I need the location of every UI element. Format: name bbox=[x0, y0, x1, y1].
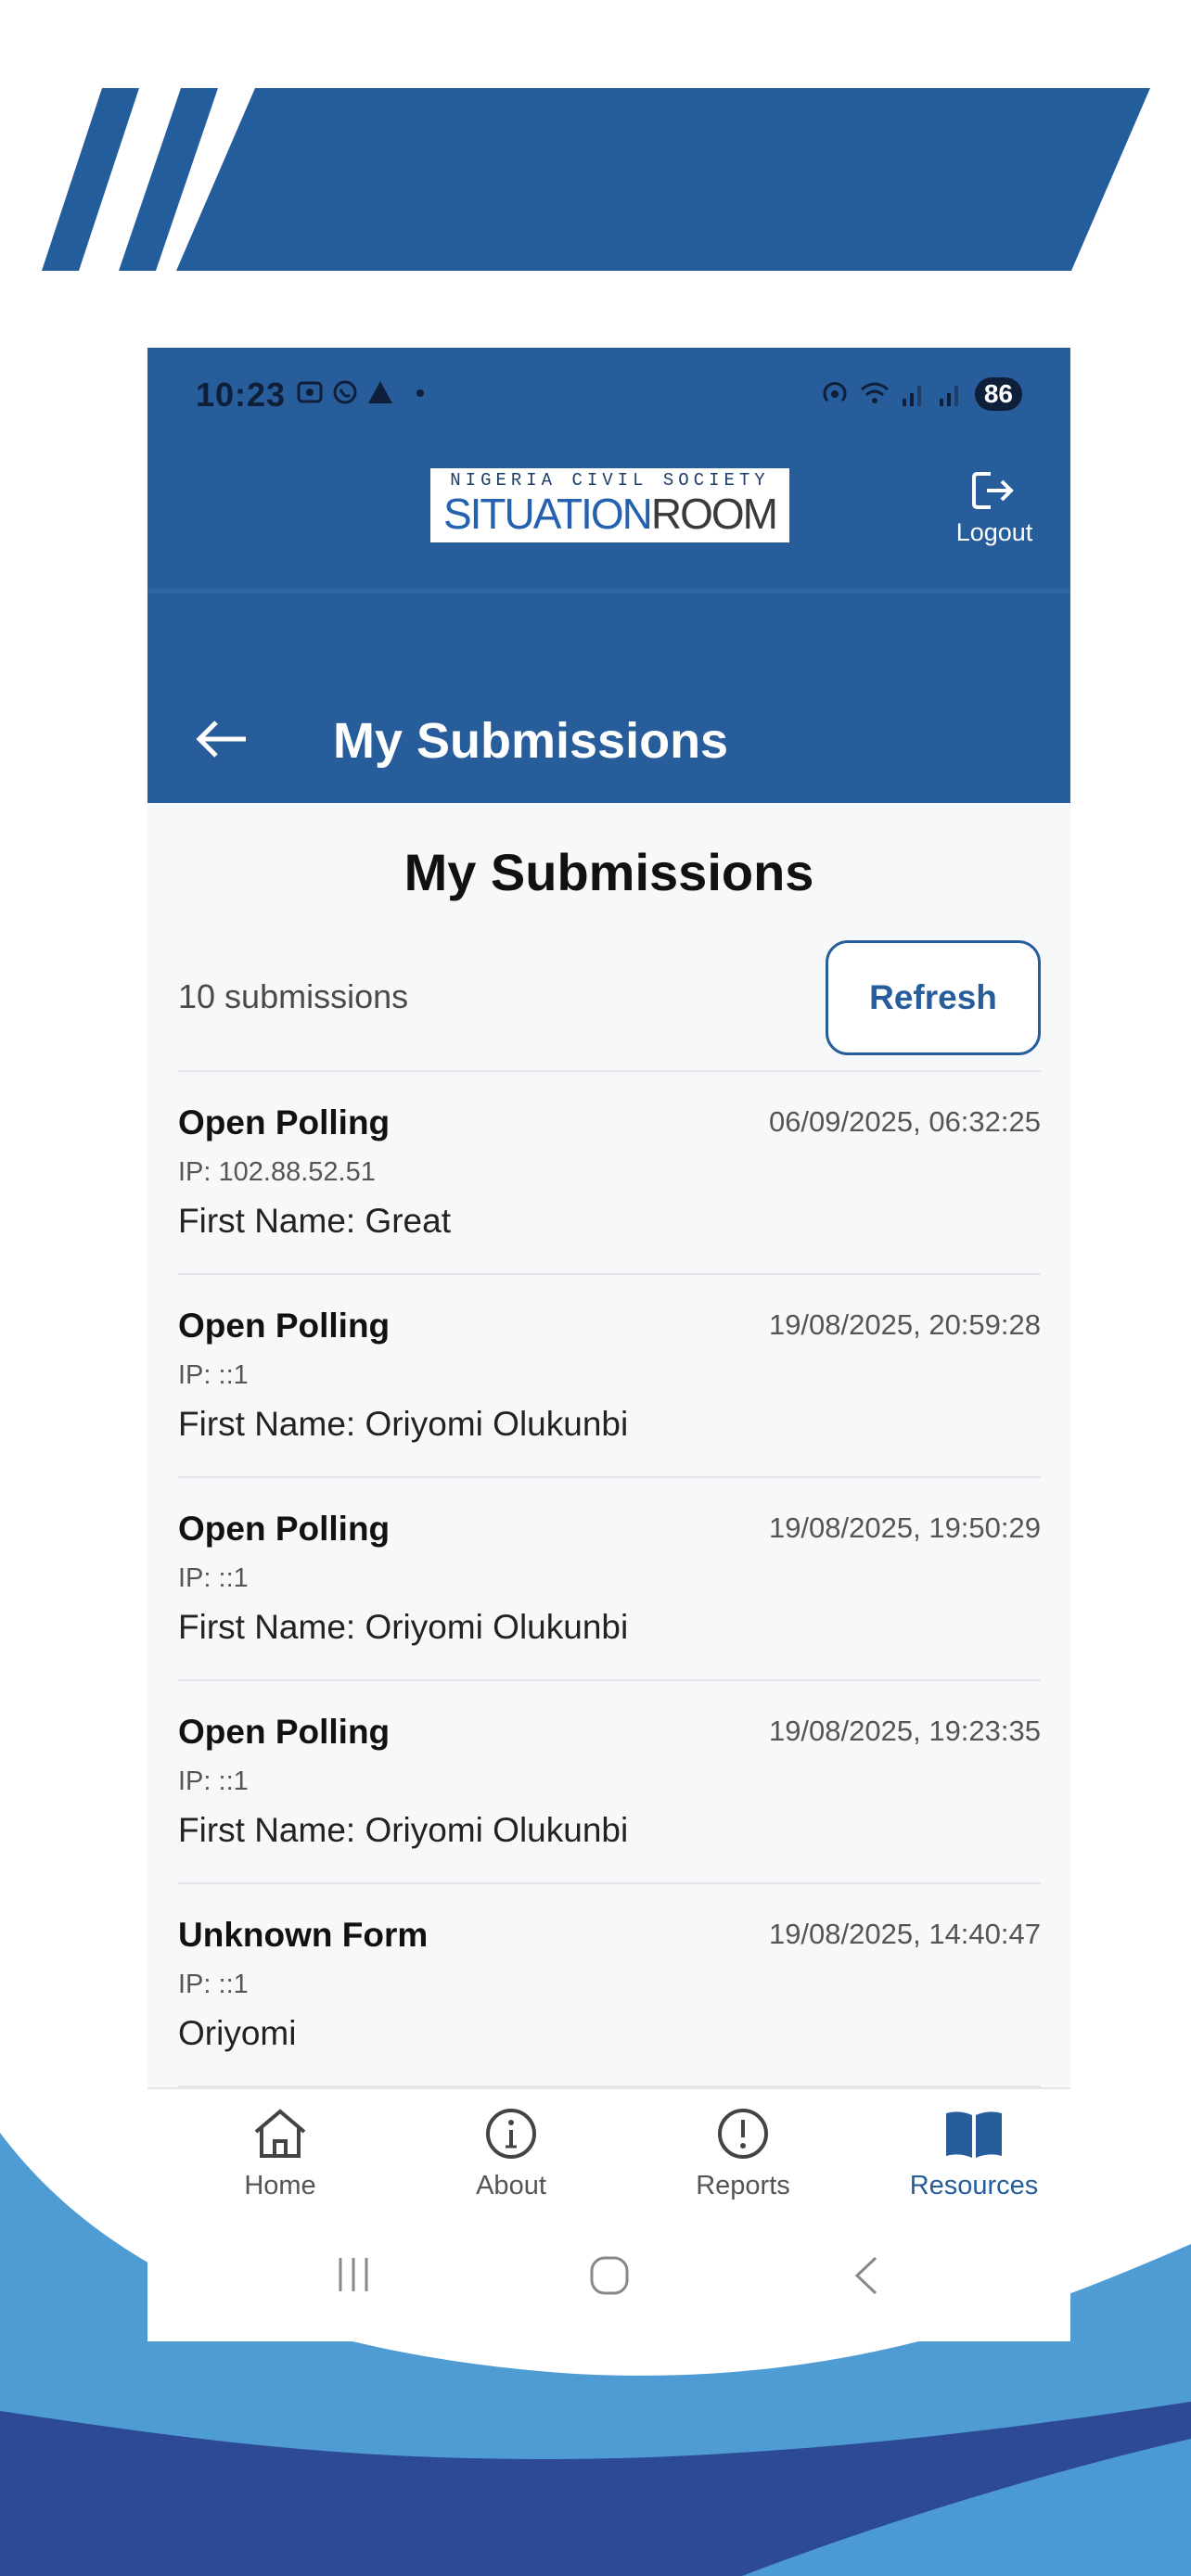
recents-icon[interactable] bbox=[333, 2254, 374, 2295]
app-header: NIGERIA CIVIL SOCIETY SITUATIONROOM Logo… bbox=[147, 450, 1070, 593]
logout-icon bbox=[972, 472, 1014, 509]
title-bar: My Submissions bbox=[147, 593, 1070, 803]
top-banner bbox=[42, 88, 1150, 271]
bottom-nav: Home About Reports Resources bbox=[147, 2087, 1070, 2226]
status-bar: 10:23 86 bbox=[147, 348, 1070, 450]
nav-label: About bbox=[476, 2171, 546, 2200]
signal-icon bbox=[902, 386, 921, 406]
list-item[interactable]: Open Polling 06/09/2025, 06:32:25 IP: 10… bbox=[178, 1070, 1041, 1273]
submission-ip: IP: ::1 bbox=[178, 1563, 249, 1593]
submission-form-name: Open Polling bbox=[178, 1713, 391, 1751]
submission-detail: First Name: Great bbox=[178, 1202, 451, 1240]
signal-icon bbox=[939, 386, 958, 406]
list-item[interactable]: Open Polling 19/08/2025, 19:50:29 IP: ::… bbox=[178, 1476, 1041, 1679]
screenshot-icon bbox=[297, 381, 323, 403]
status-time: 10:23 bbox=[196, 376, 287, 414]
submission-timestamp: 19/08/2025, 14:40:47 bbox=[768, 1918, 1041, 1950]
submissions-count: 10 submissions bbox=[178, 977, 409, 1015]
logout-label: Logout bbox=[955, 518, 1033, 546]
submission-ip: IP: ::1 bbox=[178, 1360, 249, 1390]
status-left-icons bbox=[296, 378, 429, 406]
whatsapp-icon bbox=[333, 380, 357, 404]
submission-timestamp: 19/08/2025, 19:23:35 bbox=[768, 1715, 1041, 1747]
logo-tagline: NIGERIA CIVIL SOCIETY bbox=[450, 470, 770, 491]
refresh-button[interactable]: Refresh bbox=[826, 940, 1041, 1055]
list-item[interactable]: Unknown Form 19/08/2025, 14:40:47 IP: ::… bbox=[178, 1882, 1041, 2085]
alert-icon bbox=[718, 2109, 768, 2159]
list-item[interactable]: Open Polling 19/08/2025, 19:23:35 IP: ::… bbox=[178, 1679, 1041, 1882]
submission-detail: First Name: Oriyomi Olukunbi bbox=[178, 1811, 629, 1849]
nav-reports[interactable]: Reports bbox=[669, 2106, 817, 2201]
submissions-content: My Submissions 10 submissions Refresh Op… bbox=[147, 803, 1070, 2087]
submission-detail: Oriyomi bbox=[178, 2014, 297, 2052]
submission-form-name: Open Polling bbox=[178, 1307, 391, 1345]
logo-word-situation: SITUATION bbox=[442, 490, 653, 538]
wifi-icon bbox=[860, 382, 889, 403]
submission-form-name: Open Polling bbox=[178, 1103, 391, 1141]
submission-detail: First Name: Oriyomi Olukunbi bbox=[178, 1405, 629, 1443]
nav-label: Home bbox=[244, 2171, 316, 2200]
battery-indicator: 86 bbox=[974, 377, 1022, 411]
status-right-icons: 86 bbox=[821, 377, 1022, 411]
submission-detail: First Name: Oriyomi Olukunbi bbox=[178, 1608, 629, 1646]
back-chevron-icon[interactable] bbox=[850, 2254, 883, 2297]
warning-icon bbox=[368, 381, 392, 403]
banner-main-shape bbox=[176, 88, 1150, 271]
submission-timestamp: 19/08/2025, 20:59:28 bbox=[768, 1308, 1041, 1341]
nav-resources[interactable]: Resources bbox=[900, 2106, 1048, 2201]
list-item[interactable]: Open Polling 19/08/2025, 20:59:28 IP: ::… bbox=[178, 1273, 1041, 1476]
banner-stripe-1 bbox=[42, 88, 139, 271]
logout-button[interactable]: Logout bbox=[948, 468, 1041, 547]
submission-ip: IP: ::1 bbox=[178, 1970, 249, 1999]
hotspot-icon bbox=[823, 382, 847, 402]
dot-icon bbox=[416, 389, 424, 397]
submission-ip: IP: ::1 bbox=[178, 1766, 249, 1796]
back-arrow-icon[interactable] bbox=[194, 719, 250, 759]
page-title: My Submissions bbox=[403, 843, 814, 901]
book-icon bbox=[946, 2111, 1002, 2158]
submission-ip: IP: 102.88.52.51 bbox=[178, 1157, 376, 1187]
situation-room-logo: NIGERIA CIVIL SOCIETY SITUATIONROOM bbox=[430, 468, 789, 542]
submission-form-name: Open Polling bbox=[178, 1510, 391, 1548]
logo-wordmark: SITUATIONROOM bbox=[430, 491, 789, 537]
home-circle-icon[interactable] bbox=[588, 2254, 631, 2297]
submission-timestamp: 19/08/2025, 19:50:29 bbox=[768, 1511, 1041, 1544]
logo-word-room: ROOM bbox=[650, 490, 778, 538]
info-icon bbox=[486, 2109, 536, 2159]
nav-home[interactable]: Home bbox=[206, 2106, 354, 2201]
home-icon bbox=[254, 2109, 306, 2158]
phone-screenshot: 10:23 86 NIGERIA CIVIL SOCIETY SITUATION… bbox=[147, 348, 1070, 2341]
nav-label: Resources bbox=[909, 2171, 1039, 2200]
submission-timestamp: 06/09/2025, 06:32:25 bbox=[768, 1105, 1041, 1138]
screen-title: My Submissions bbox=[333, 713, 729, 769]
nav-about[interactable]: About bbox=[437, 2106, 585, 2201]
submission-form-name: Unknown Form bbox=[178, 1916, 429, 1954]
nav-label: Reports bbox=[696, 2171, 790, 2200]
system-nav-bar bbox=[147, 2226, 1070, 2341]
